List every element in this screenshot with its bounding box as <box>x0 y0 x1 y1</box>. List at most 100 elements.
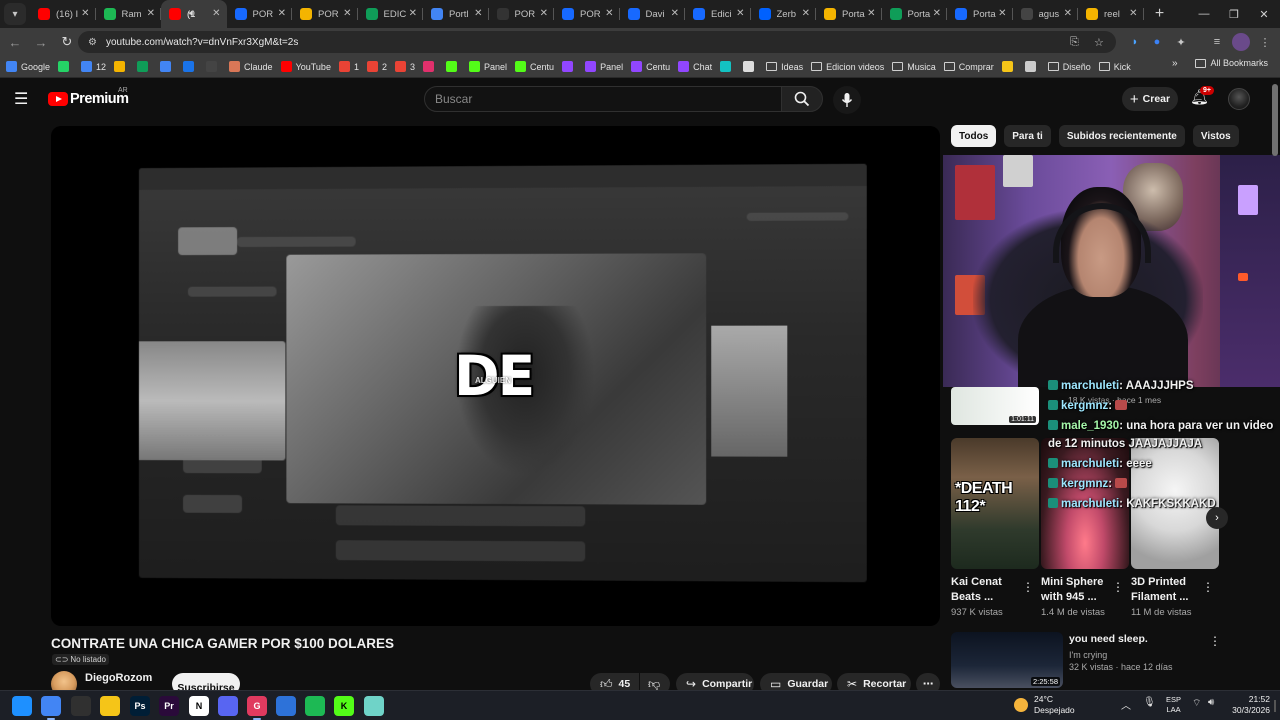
close-tab-icon[interactable]: ✕ <box>540 8 548 19</box>
kick-icon[interactable]: K <box>334 696 354 716</box>
bookmark-item[interactable] <box>562 58 577 76</box>
close-tab-icon[interactable]: ✕ <box>998 8 1006 19</box>
bookmark-item[interactable]: Centu <box>631 58 670 76</box>
browser-tab[interactable]: Porta ✕ <box>947 0 1013 28</box>
audio-playing-icon[interactable]: 🔊︎ <box>189 8 195 19</box>
close-tab-icon[interactable]: ✕ <box>605 8 613 19</box>
bookmark-item[interactable]: Chat <box>678 58 712 76</box>
bookmark-item[interactable]: Panel <box>469 58 507 76</box>
browser-tab[interactable]: Ram ✕ <box>96 0 161 28</box>
bookmark-item[interactable] <box>58 58 73 76</box>
bookmark-item[interactable]: Kick <box>1098 58 1131 76</box>
bookmark-item[interactable]: Claude <box>229 58 273 76</box>
new-tab-button[interactable]: + <box>1148 2 1172 26</box>
wifi-icon[interactable]: ⌔ <box>1192 697 1201 710</box>
bookmarks-overflow-icon[interactable]: » <box>1172 58 1178 69</box>
bookmark-item[interactable] <box>114 58 129 76</box>
recommended-video-thumbnail[interactable]: 2:25:58 <box>951 632 1063 688</box>
short-thumbnail[interactable]: *DEATH 112* <box>951 438 1039 569</box>
browser-tab[interactable]: Edici ✕ <box>685 0 751 28</box>
browser-tab[interactable]: POR ✕ <box>489 0 554 28</box>
reload-icon[interactable]: ↻ <box>54 29 80 55</box>
close-tab-icon[interactable]: ✕ <box>343 8 351 19</box>
bookmark-item[interactable] <box>183 58 198 76</box>
close-tab-icon[interactable]: ✕ <box>278 8 286 19</box>
bookmark-item[interactable] <box>423 58 438 76</box>
bookmark-item[interactable]: Diseño <box>1047 58 1091 76</box>
bookmark-item[interactable] <box>137 58 152 76</box>
extensions-puzzle-icon[interactable]: ✦ <box>1172 33 1190 51</box>
voice-search-button[interactable] <box>833 86 861 114</box>
system-clock[interactable]: 21:52 30/3/2026 <box>1224 694 1270 716</box>
filter-chip[interactable]: Para ti <box>1004 125 1051 147</box>
close-window-icon[interactable]: ✕ <box>1248 0 1280 28</box>
browser-tab[interactable]: POR ✕ <box>227 0 292 28</box>
recommended-video-thumbnail[interactable]: 1:01:11 <box>951 387 1039 425</box>
microphone-icon[interactable]: 🎙︎ <box>1143 697 1156 708</box>
notes-icon[interactable] <box>364 696 384 716</box>
browser-tab[interactable]: reel ✕ <box>1078 0 1144 28</box>
chrome-icon[interactable] <box>41 696 61 720</box>
more-vertical-icon[interactable]: ⋮ <box>1209 634 1221 648</box>
bookmark-item[interactable]: Ideas <box>766 58 803 76</box>
back-icon[interactable]: ← <box>2 29 28 55</box>
tab-search-icon[interactable]: ▾ <box>4 3 26 25</box>
close-tab-icon[interactable]: ✕ <box>147 8 155 19</box>
more-vertical-icon[interactable]: ⋮ <box>1022 580 1034 594</box>
filter-chip[interactable]: Todos <box>951 125 997 147</box>
more-vertical-icon[interactable]: ⋮ <box>1202 580 1214 594</box>
channel-name[interactable]: DiegoRozom <box>85 672 152 684</box>
bookmark-item[interactable] <box>160 58 175 76</box>
bookmark-item[interactable]: 2 <box>366 58 387 76</box>
bookmark-item[interactable] <box>743 58 758 76</box>
browser-tab[interactable]: POR ✕ <box>554 0 620 28</box>
browser-tab[interactable]: EDIC ✕ <box>358 0 423 28</box>
search-input[interactable] <box>435 92 765 106</box>
close-tab-icon[interactable]: ✕ <box>933 8 941 19</box>
install-icon[interactable]: ⎘ <box>1070 31 1079 53</box>
bookmark-item[interactable]: Comprar <box>943 58 994 76</box>
bookmark-item[interactable]: 3 <box>394 58 415 76</box>
discord-icon[interactable] <box>218 696 238 716</box>
create-button[interactable]: + Crear <box>1122 87 1178 111</box>
close-tab-icon[interactable]: ✕ <box>1129 8 1137 19</box>
forward-icon[interactable]: → <box>28 29 54 55</box>
close-tab-icon[interactable]: ✕ <box>867 8 875 19</box>
bookmark-item[interactable] <box>1001 58 1017 76</box>
close-tab-icon[interactable]: ✕ <box>212 8 220 19</box>
vpn-icon[interactable] <box>276 696 296 716</box>
chevron-up-icon[interactable]: ︿ <box>1121 697 1131 712</box>
browser-tab[interactable]: Portl ✕ <box>423 0 489 28</box>
spotify-icon[interactable] <box>305 696 325 716</box>
recommended-video-title[interactable]: you need sleep. <box>1069 633 1148 645</box>
browser-tab[interactable]: (1 🔊︎ ✕ <box>161 0 227 28</box>
bookmark-item[interactable] <box>720 58 735 76</box>
bookmark-item[interactable]: Edicion videos <box>811 58 884 76</box>
browser-tab[interactable]: POR ✕ <box>292 0 358 28</box>
minimize-icon[interactable]: — <box>1188 0 1220 28</box>
bookmark-item[interactable]: 12 <box>81 58 106 76</box>
menu-kebab-icon[interactable]: ⋮ <box>1256 33 1274 51</box>
hamburger-menu-icon[interactable]: ☰ <box>14 89 34 109</box>
obs-icon[interactable] <box>71 696 91 716</box>
close-tab-icon[interactable]: ✕ <box>474 8 482 19</box>
language-indicator[interactable]: ESP LAA <box>1166 695 1181 715</box>
browser-tab[interactable]: Porta ✕ <box>816 0 882 28</box>
browser-tab[interactable]: Davi ✕ <box>620 0 685 28</box>
profile-avatar[interactable] <box>1232 33 1250 51</box>
start-icon[interactable] <box>12 696 32 716</box>
browser-tab[interactable]: (16) I ✕ <box>30 0 96 28</box>
bookmark-item[interactable]: 1 <box>338 58 359 76</box>
bookmark-item[interactable]: Centu <box>515 58 554 76</box>
video-player[interactable]: DE ALGUIEN <box>51 126 940 626</box>
close-tab-icon[interactable]: ✕ <box>802 8 810 19</box>
extension-icon[interactable]: ◗ <box>1126 33 1144 51</box>
account-avatar[interactable] <box>1228 88 1250 110</box>
filter-chip[interactable]: Subidos recientemente <box>1058 125 1185 147</box>
short-title[interactable]: 3D Printed Filament ... <box>1131 575 1203 605</box>
search-button[interactable] <box>781 86 823 112</box>
close-tab-icon[interactable]: ✕ <box>1064 8 1072 19</box>
site-info-icon[interactable]: ⚙ <box>88 37 102 48</box>
explorer-icon[interactable] <box>100 696 120 716</box>
url-text[interactable]: youtube.com/watch?v=dnVnFxr3XgM&t=2s <box>106 37 298 48</box>
